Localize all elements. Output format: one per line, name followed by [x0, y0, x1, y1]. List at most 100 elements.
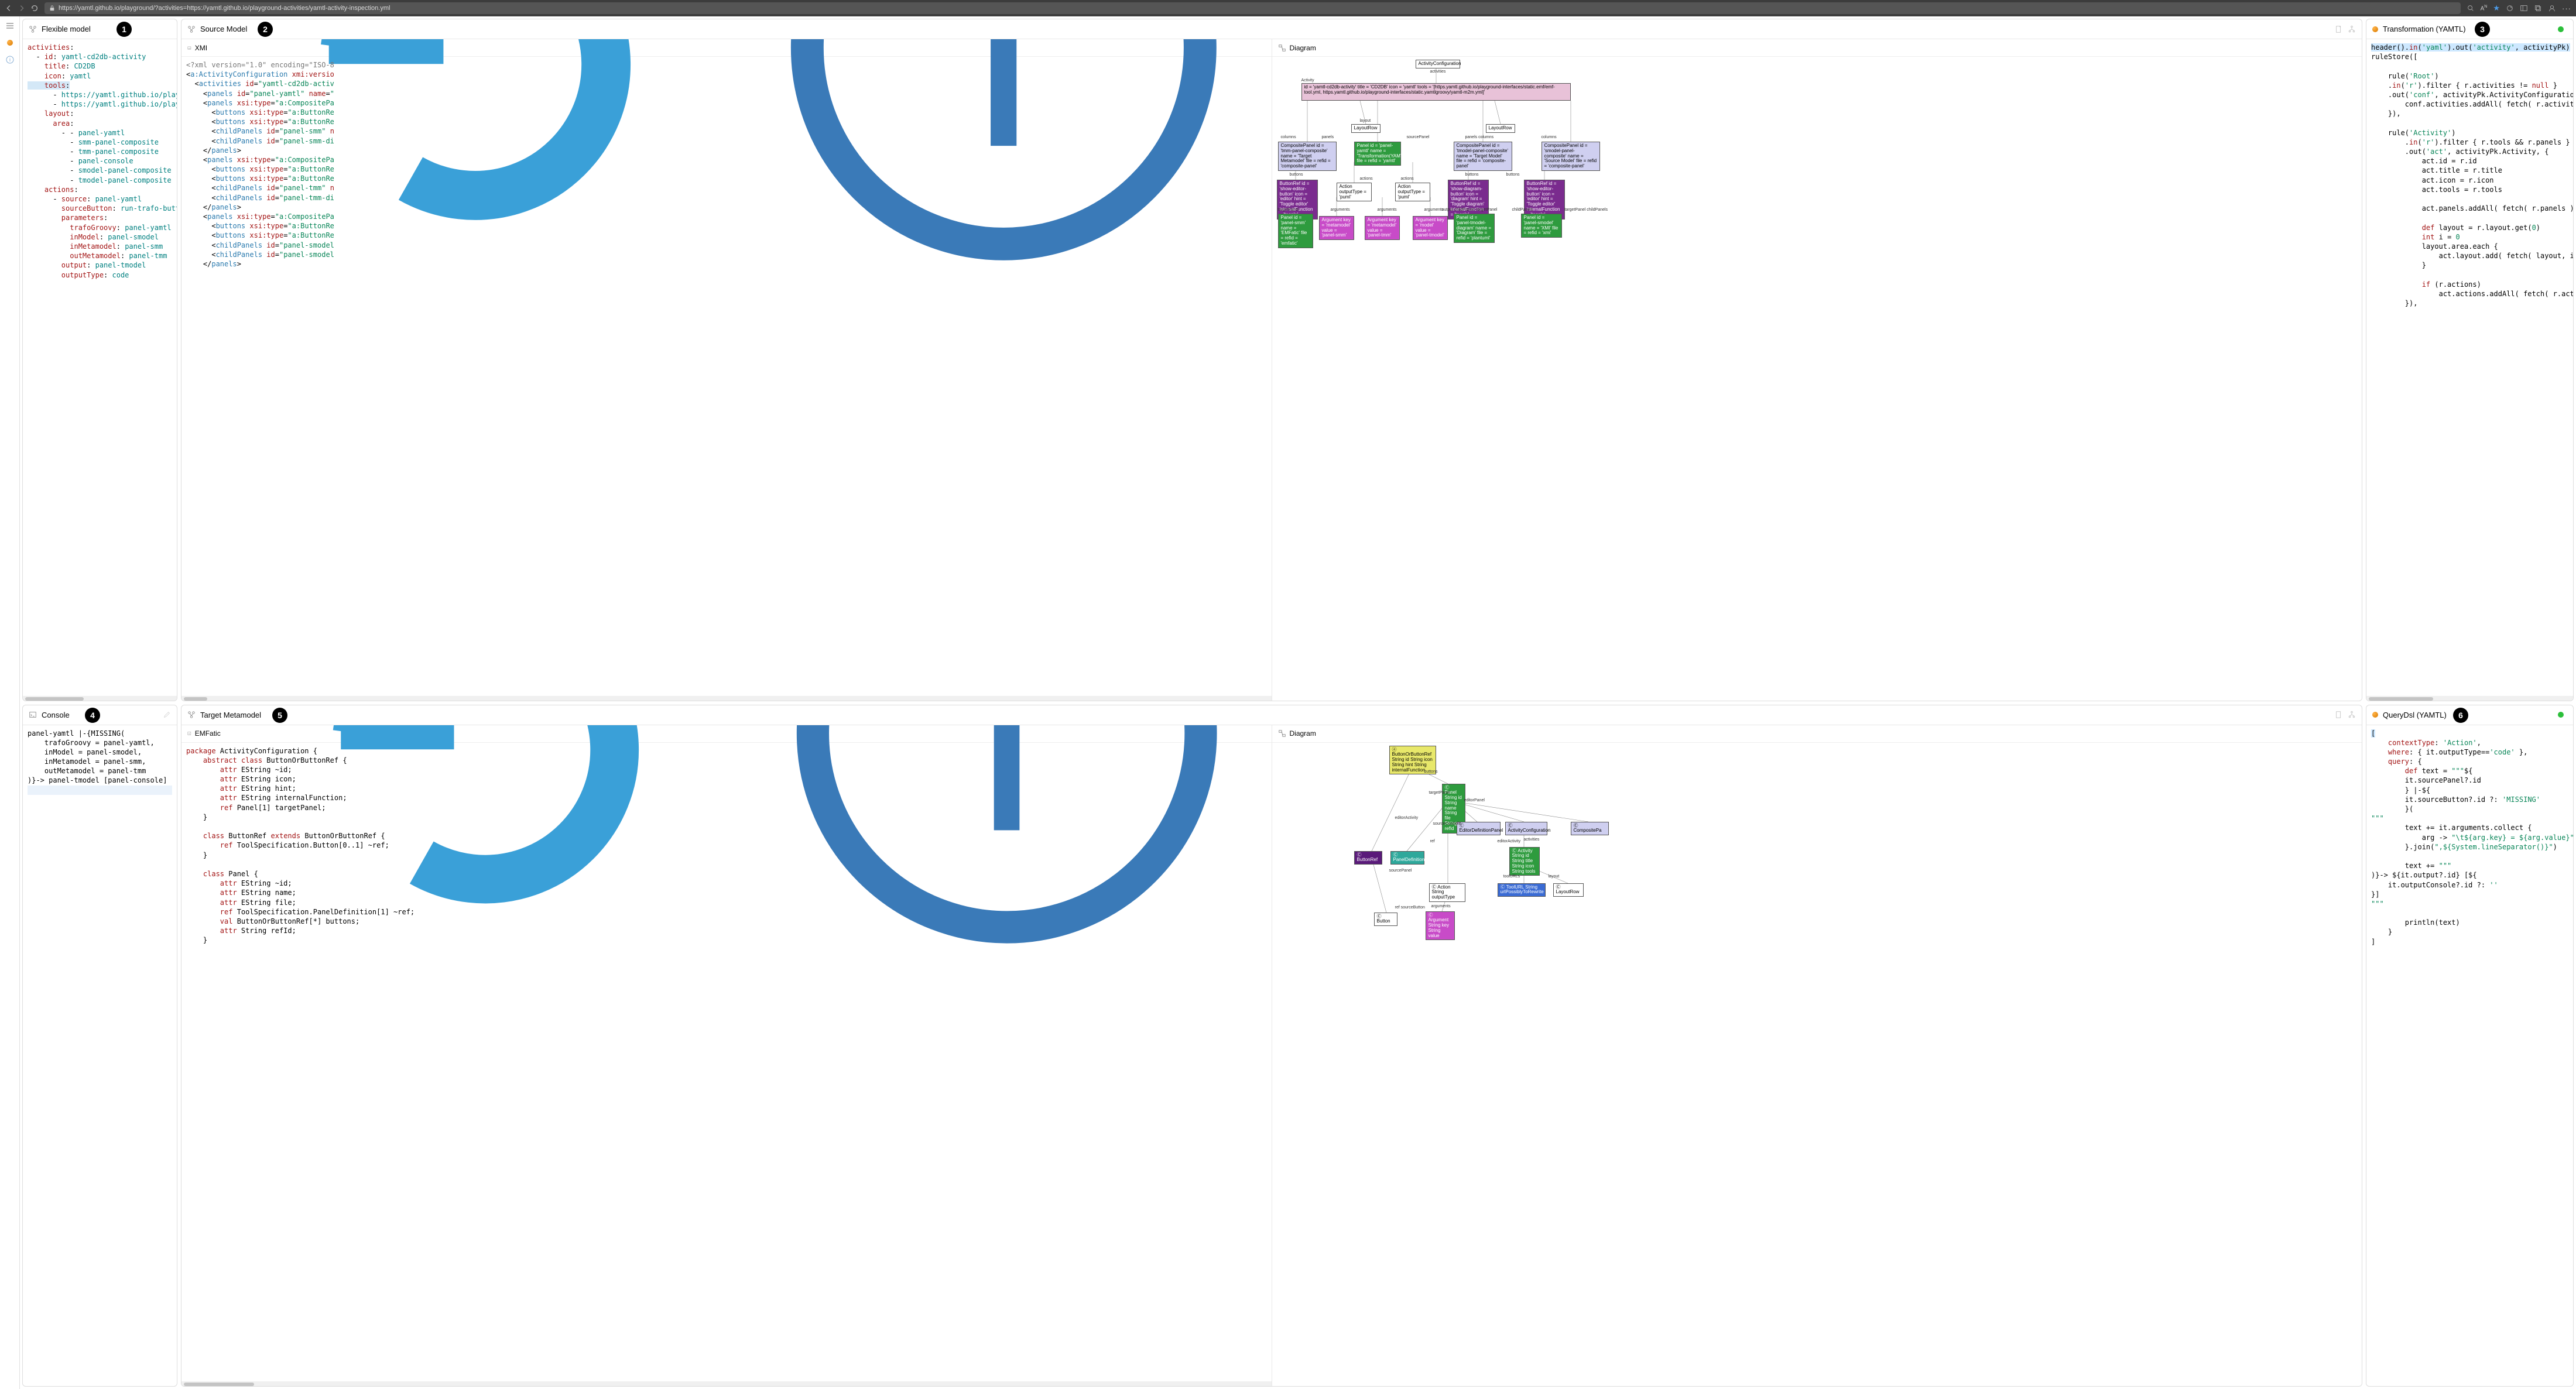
panel-title: Flexible model — [42, 25, 91, 33]
run-button[interactable] — [2558, 26, 2564, 32]
diagram-node[interactable]: Ⓒ ToolURL String urlPossiblyToRewrite — [1498, 883, 1546, 897]
badge-3: 3 — [2475, 22, 2490, 37]
favorite-icon[interactable]: ★ — [2493, 4, 2500, 13]
extensions-icon[interactable] — [2506, 4, 2514, 12]
panel-title: Transformation (YAMTL) — [2383, 25, 2466, 33]
diagram-node[interactable]: Argument key = 'metamodel' value = 'pane… — [1319, 216, 1354, 240]
edge-label: buttons — [1290, 173, 1303, 177]
sub-title: EMFatic — [195, 729, 221, 738]
console-output[interactable]: panel-yamtl |-{MISSING( trafoGroovy = pa… — [23, 725, 177, 798]
document-icon[interactable] — [2335, 25, 2343, 33]
edge-label: buttons — [1424, 770, 1438, 774]
diagram-node[interactable]: LayoutRow — [1486, 124, 1515, 133]
more-icon[interactable]: ··· — [2562, 4, 2571, 13]
diagram-pane: Diagram ⓐ ButtonOrButtonRef String id St… — [1272, 725, 2362, 1387]
edge-label: sourcePanel — [1407, 135, 1430, 139]
menu-icon[interactable] — [5, 21, 15, 30]
xmi-editor[interactable]: <?xml version="1.0" encoding="ISO-8 <a:A… — [181, 57, 1272, 696]
yaml-editor[interactable]: activities: - id: yamtl-cd2db-activity t… — [23, 39, 177, 696]
forward-icon[interactable] — [18, 4, 26, 12]
tree-icon — [29, 25, 37, 33]
info-icon[interactable]: i — [5, 55, 15, 64]
console-icon — [29, 711, 37, 719]
diagram-node[interactable]: Action outputType = 'puml' — [1395, 183, 1430, 201]
search-icon[interactable] — [2467, 4, 2475, 12]
diagram-node[interactable]: Ⓒ Action String outputType — [1429, 883, 1465, 902]
badge-2: 2 — [258, 22, 273, 37]
address-bar[interactable]: https://yamtl.github.io/playground/?acti… — [44, 2, 2461, 14]
edge-label: activities — [1524, 838, 1540, 842]
hscroll[interactable] — [181, 696, 1272, 701]
source-diagram[interactable]: ActivityConfiguration id = 'yamtl-cd2db-a… — [1272, 57, 2362, 701]
diagram-node[interactable]: Ⓒ Button — [1374, 913, 1397, 927]
trafo-editor[interactable]: header().in('yaml').out('activity', acti… — [2366, 39, 2573, 696]
document-icon[interactable] — [2335, 711, 2343, 719]
emfatic-editor[interactable]: package ActivityConfiguration { abstract… — [181, 743, 1272, 1382]
diagram-node[interactable]: CompositePanel id = 'tmm-panel-composite… — [1278, 142, 1337, 171]
edge-label: arguments — [1331, 208, 1350, 212]
diagram-node[interactable]: Argument key = 'model' value = 'panel-tm… — [1413, 216, 1448, 240]
emfatic-pane: E EMFatic i package ActivityConfiguratio… — [181, 725, 1272, 1387]
sub-title: Diagram — [1290, 729, 1316, 738]
diagram-node[interactable]: Argument key = 'metamodel' value = 'pane… — [1365, 216, 1400, 240]
emfatic-icon: E — [187, 729, 191, 738]
hscroll[interactable] — [181, 1381, 1272, 1386]
diagram-node[interactable]: Ⓒ ButtonRef — [1354, 851, 1382, 865]
panel-console: 4 Console panel-yamtl |-{MISSING( trafoG… — [22, 705, 177, 1387]
text-size-icon[interactable]: AN — [2481, 5, 2488, 12]
edge-label: ref — [1430, 839, 1435, 843]
tree-icon — [187, 25, 196, 33]
edge-label: sourceConSole — [1433, 822, 1461, 826]
sidebar-icon[interactable] — [2520, 4, 2528, 12]
xmi-icon: xmi — [187, 44, 191, 52]
badge-5: 5 — [272, 708, 287, 723]
diagram-node[interactable]: Ⓒ EditorDefinitionPanel — [1457, 822, 1501, 836]
badge-1: 1 — [117, 22, 132, 37]
diagram-node[interactable]: LayoutRow — [1351, 124, 1381, 133]
edge-label: Activity — [1301, 78, 1314, 83]
browser-toolbar: https://yamtl.github.io/playground/?acti… — [0, 0, 2576, 16]
diagram-node[interactable]: Ⓒ CompositePa — [1571, 822, 1609, 836]
diagram-node[interactable]: Ⓒ ActivityConfiguration — [1505, 822, 1547, 836]
reload-icon[interactable] — [30, 4, 39, 12]
diagram-node[interactable]: Panel id = 'panel-yamtl' name = 'Transfo… — [1354, 142, 1401, 166]
activity-icon[interactable] — [7, 40, 13, 46]
edge-label: panels — [1322, 135, 1334, 139]
collections-icon[interactable] — [2534, 4, 2542, 12]
diagram-node[interactable]: CompositePanel id = 'smodel-panel-compos… — [1542, 142, 1600, 171]
hscroll[interactable] — [23, 696, 177, 701]
hierarchy-icon[interactable] — [2348, 711, 2356, 719]
edit-icon[interactable] — [163, 711, 171, 719]
edge-label: sourcePanel — [1389, 869, 1412, 873]
edge-label: childPanels — [1512, 208, 1533, 212]
diagram-node[interactable]: ActivityConfiguration — [1416, 60, 1460, 68]
diagram-node[interactable]: Panel id = 'panel-smm' name = 'EMFatic' … — [1278, 214, 1313, 248]
hierarchy-icon[interactable] — [2348, 25, 2356, 33]
panel-source-model: 2 Source Model xmi XMI i <?xml v — [181, 19, 2362, 701]
edge-label: arguments — [1424, 208, 1444, 212]
edge-label: actions — [1360, 177, 1373, 181]
profile-icon[interactable] — [2548, 4, 2556, 12]
diagram-node[interactable]: CompositePanel id = 'tmodel-panel-compos… — [1454, 142, 1512, 171]
badge-6: 6 — [2453, 708, 2468, 723]
back-icon[interactable] — [5, 4, 13, 12]
query-editor[interactable]: [ contextType: 'Action', where: { it.out… — [2366, 725, 2573, 1387]
tree-icon — [187, 711, 196, 719]
target-diagram[interactable]: ⓐ ButtonOrButtonRef String id String ico… — [1272, 743, 2362, 1387]
diagram-node[interactable]: Ⓒ Argument String key String value — [1426, 911, 1455, 941]
xmi-pane: xmi XMI i <?xml version="1.0" encoding="… — [181, 39, 1272, 701]
diagram-node[interactable]: Ⓒ Activity String id String title String… — [1509, 847, 1540, 876]
diagram-node[interactable]: Panel id = 'panel-smodel' name = 'XMI' f… — [1521, 214, 1562, 238]
sub-title: XMI — [195, 44, 207, 52]
diagram-node[interactable]: Ⓒ LayoutRow — [1553, 883, 1584, 897]
hscroll[interactable] — [2366, 696, 2573, 701]
run-button[interactable] — [2558, 712, 2564, 718]
edge-label: toolURLs — [1503, 874, 1520, 879]
diagram-node[interactable]: id = 'yamtl-cd2db-activity' title = 'CD2… — [1301, 83, 1571, 101]
left-rail: i — [0, 16, 20, 1389]
diagram-node[interactable]: Ⓒ PanelDefinition — [1390, 851, 1424, 865]
edge-label: activities — [1430, 70, 1446, 74]
diagram-node[interactable]: Panel id = 'panel-tmodel-diagram' name =… — [1454, 214, 1495, 243]
diagram-node[interactable]: Action outputType = 'puml' — [1337, 183, 1372, 201]
diagram-pane: Diagram ActivityConfigurationid = 'yamtl… — [1272, 39, 2362, 701]
